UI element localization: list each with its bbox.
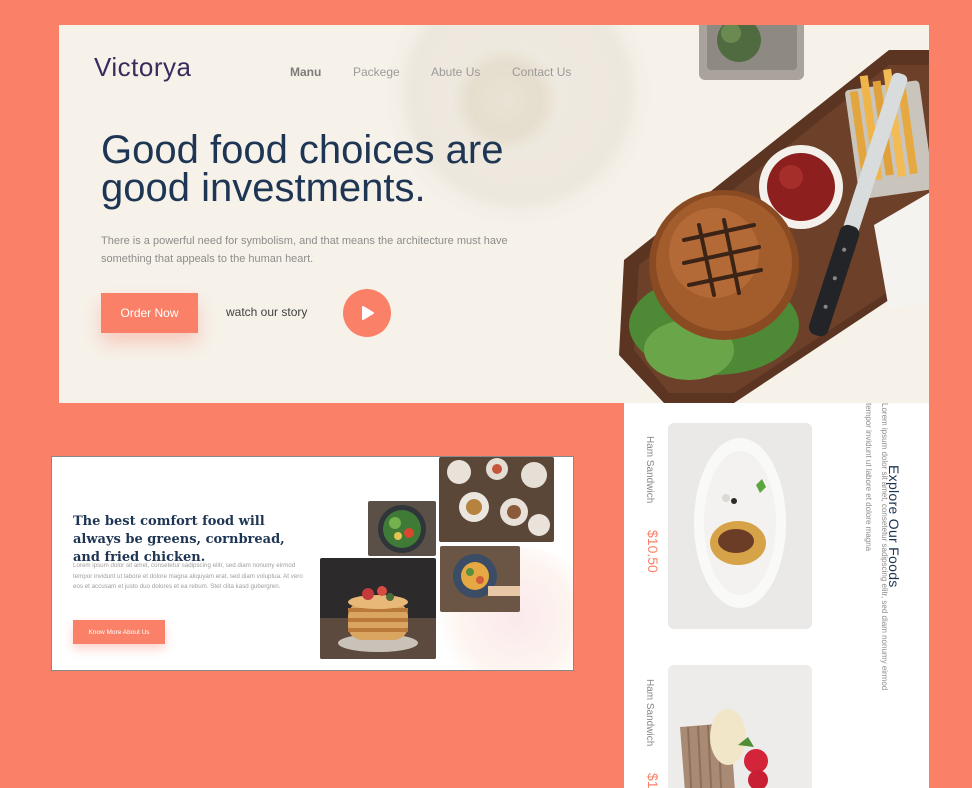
- food-price: $10.50: [645, 530, 661, 573]
- cupcake-photo: [668, 665, 812, 788]
- brand-logo[interactable]: Victorya: [94, 52, 191, 83]
- salad-photo: [368, 501, 436, 556]
- order-now-button[interactable]: Order Now: [101, 293, 198, 333]
- hero-title: Good food choices are good investments.: [101, 128, 504, 210]
- food-card-image[interactable]: [668, 423, 812, 629]
- play-button[interactable]: [343, 289, 391, 337]
- play-icon: [362, 306, 374, 320]
- explore-foods-section: Ham Sandwich $10.50 Ham Sandwich $10.50: [624, 403, 929, 788]
- burger-photo: [619, 25, 929, 403]
- food-price: $10.50: [645, 773, 661, 788]
- food-plate-photo: [440, 546, 520, 612]
- hero-section: Victorya Manu Packege Abute Us Contact U…: [59, 25, 929, 403]
- know-more-button[interactable]: Know More About Us: [73, 620, 165, 644]
- watch-story-link[interactable]: watch our story: [226, 305, 307, 319]
- comfort-food-section: The best comfort food will always be gre…: [51, 456, 574, 671]
- food-name: Ham Sandwich: [644, 679, 655, 747]
- food-name: Ham Sandwich: [644, 436, 655, 504]
- explore-title: Explore Our Foods: [886, 465, 902, 588]
- dining-table-photo: [439, 457, 554, 542]
- food-card-image[interactable]: [668, 665, 812, 788]
- dessert-photo: [668, 423, 812, 629]
- hero-description: There is a powerful need for symbolism, …: [101, 235, 508, 265]
- section-title: The best comfort food will always be gre…: [73, 514, 285, 565]
- nav-item-contact-us[interactable]: Contact Us: [512, 65, 571, 79]
- nav-item-packege[interactable]: Packege: [353, 65, 400, 79]
- nav-item-manu[interactable]: Manu: [290, 65, 321, 79]
- pancakes-photo: [320, 558, 436, 659]
- section-body: Lorem ipsum dolor sit amet, consetetur s…: [73, 562, 303, 590]
- nav-item-abute-us[interactable]: Abute Us: [431, 65, 480, 79]
